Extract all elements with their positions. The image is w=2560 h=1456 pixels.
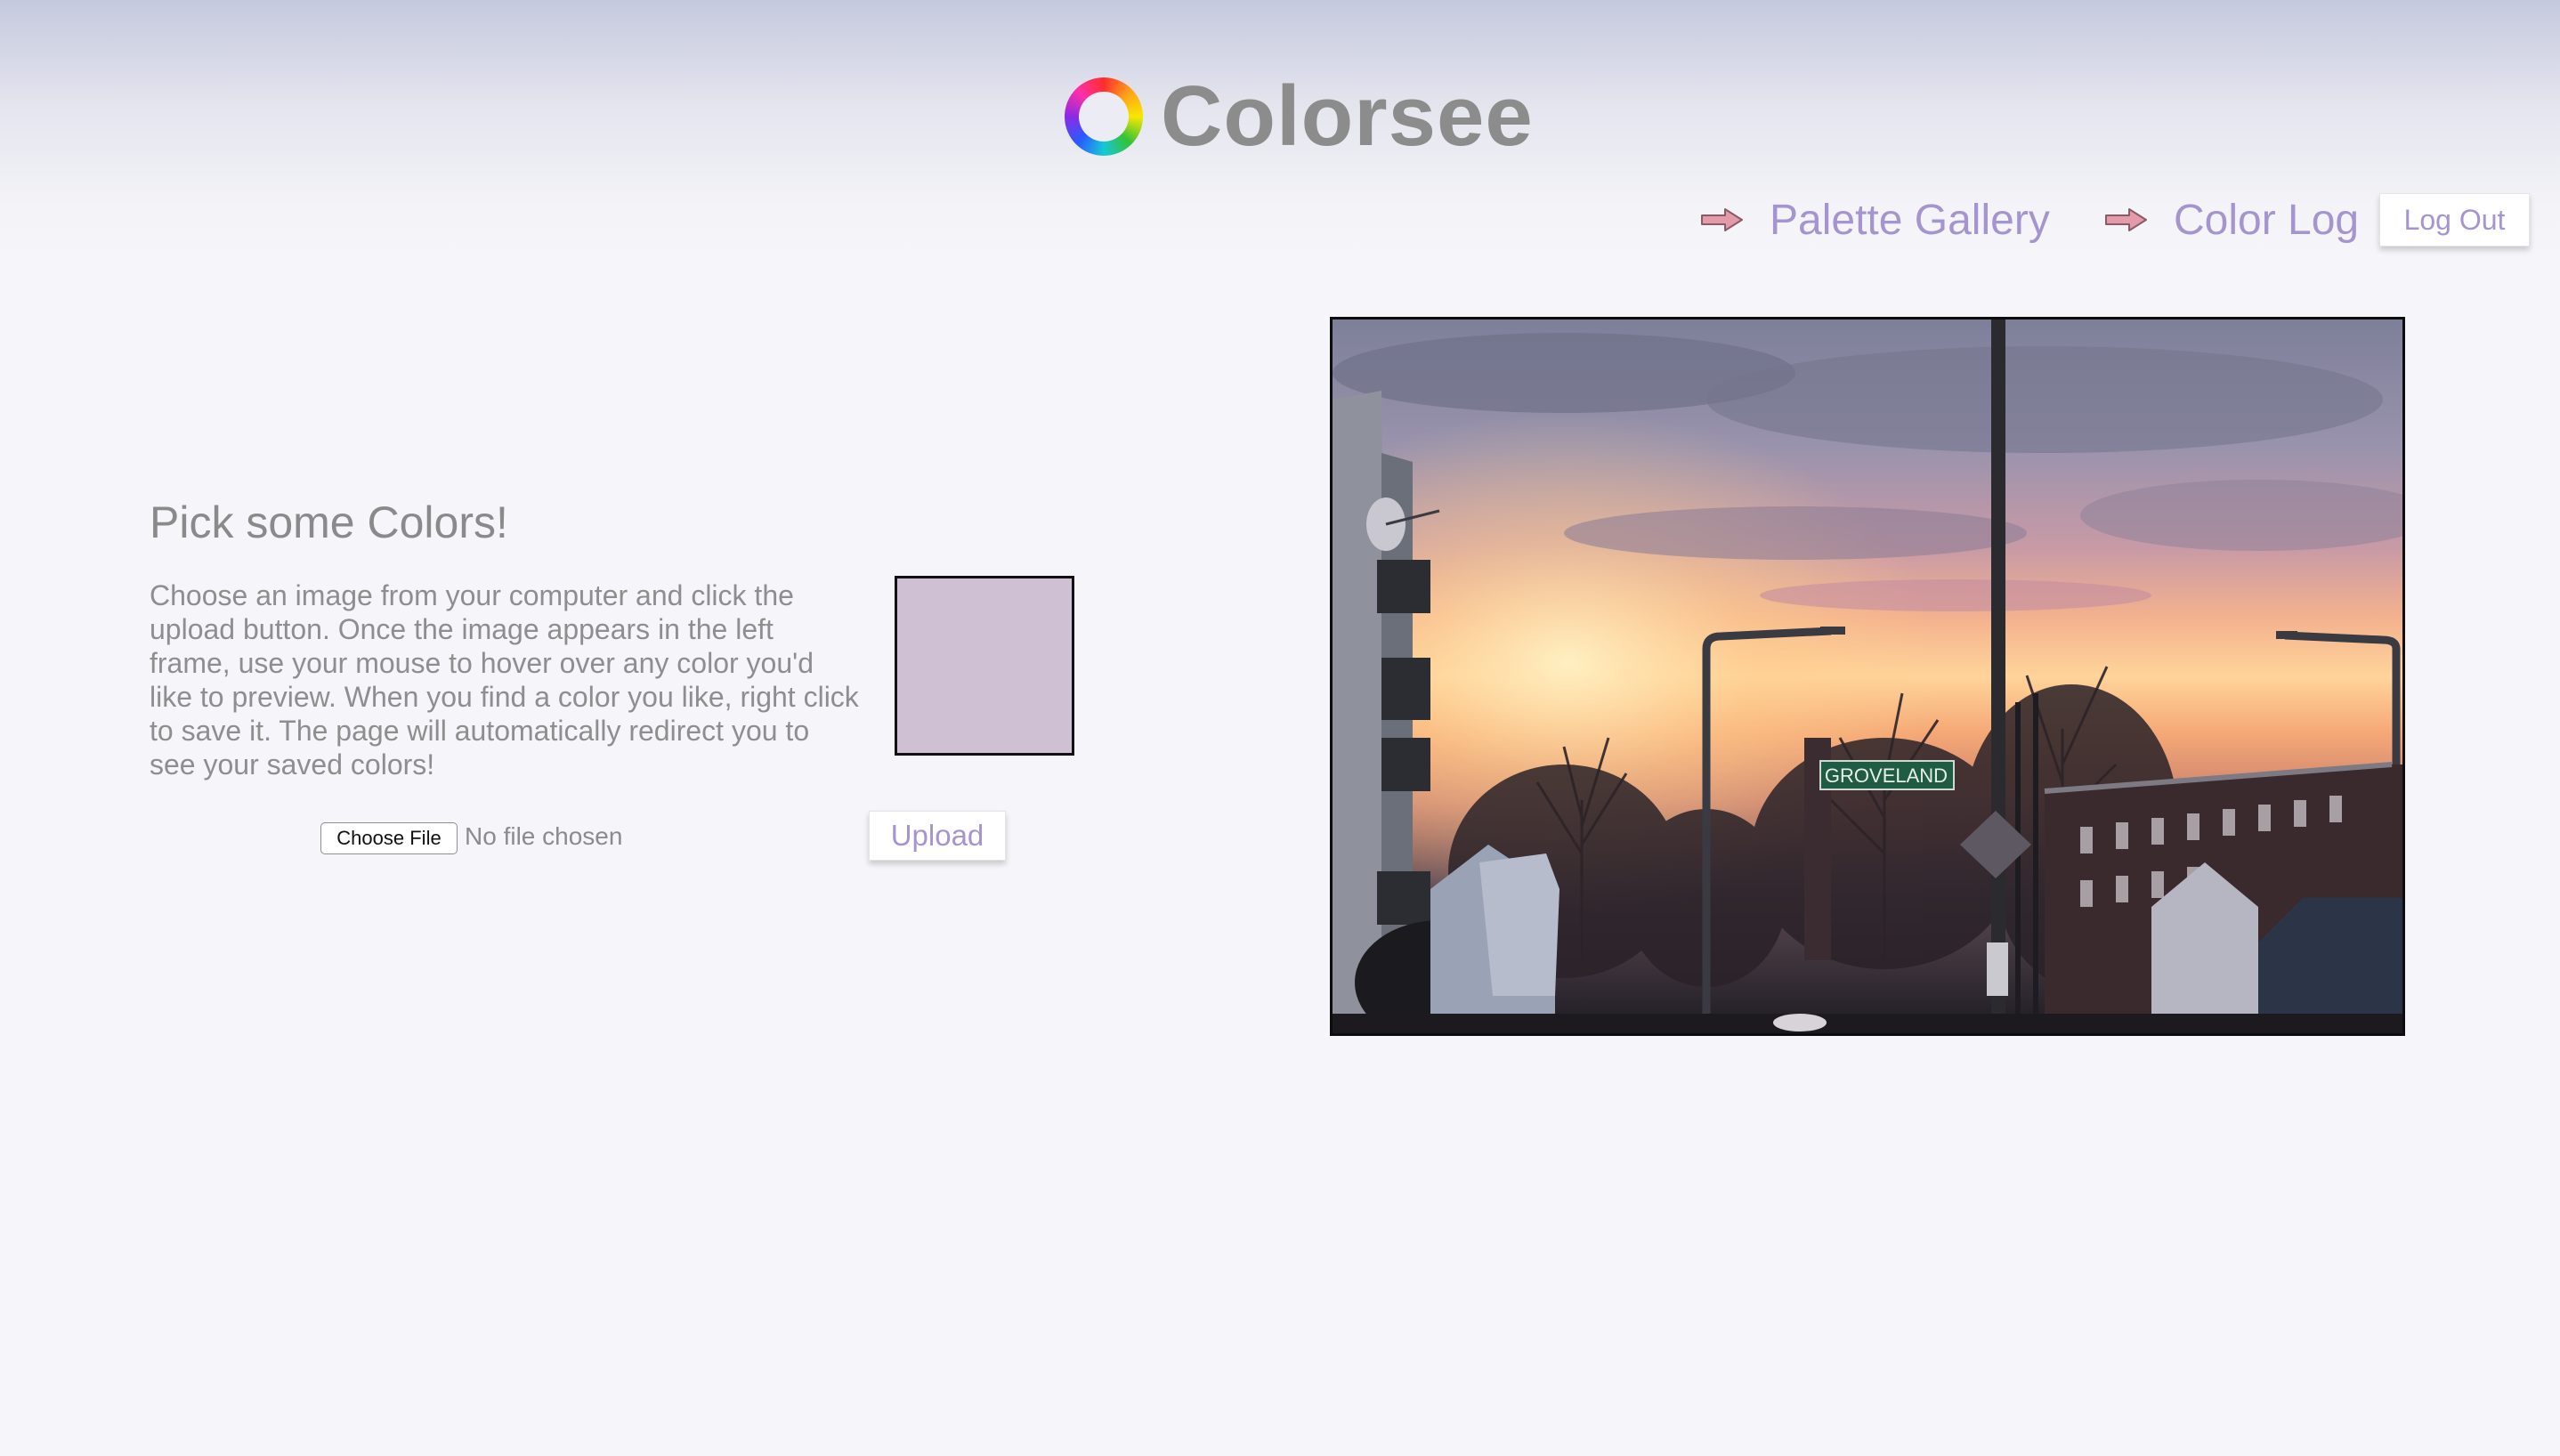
street-sign-text: GROVELAND: [1825, 764, 1948, 787]
nav-item-color-log[interactable]: Color Log: [2104, 192, 2359, 247]
uploaded-image[interactable]: GROVELAND: [1333, 320, 2402, 1033]
file-status-text: No file chosen: [465, 822, 623, 850]
choose-file-button[interactable]: Choose File: [320, 822, 458, 854]
arrow-right-icon: [1701, 208, 1743, 231]
nav-item-palette-gallery[interactable]: Palette Gallery: [1700, 192, 2050, 247]
color-preview-swatch: [895, 576, 1074, 756]
page: Colorsee Palette Gallery Color Log Log O…: [0, 0, 2560, 1456]
picker-instructions: Choose an image from your computer and c…: [150, 579, 859, 781]
nav-link-color-log[interactable]: Color Log: [2174, 196, 2359, 245]
app-logo[interactable]: Colorsee: [1065, 68, 1534, 166]
logout-button[interactable]: Log Out: [2379, 193, 2530, 247]
picker-heading: Pick some Colors!: [150, 497, 508, 547]
nav-link-palette-gallery[interactable]: Palette Gallery: [1770, 196, 2050, 245]
image-preview-frame[interactable]: GROVELAND: [1330, 317, 2405, 1036]
color-wheel-icon: [1065, 77, 1143, 156]
upload-button[interactable]: Upload: [869, 811, 1006, 861]
arrow-right-icon: [2105, 208, 2147, 231]
app-title: Colorsee: [1161, 69, 1534, 164]
